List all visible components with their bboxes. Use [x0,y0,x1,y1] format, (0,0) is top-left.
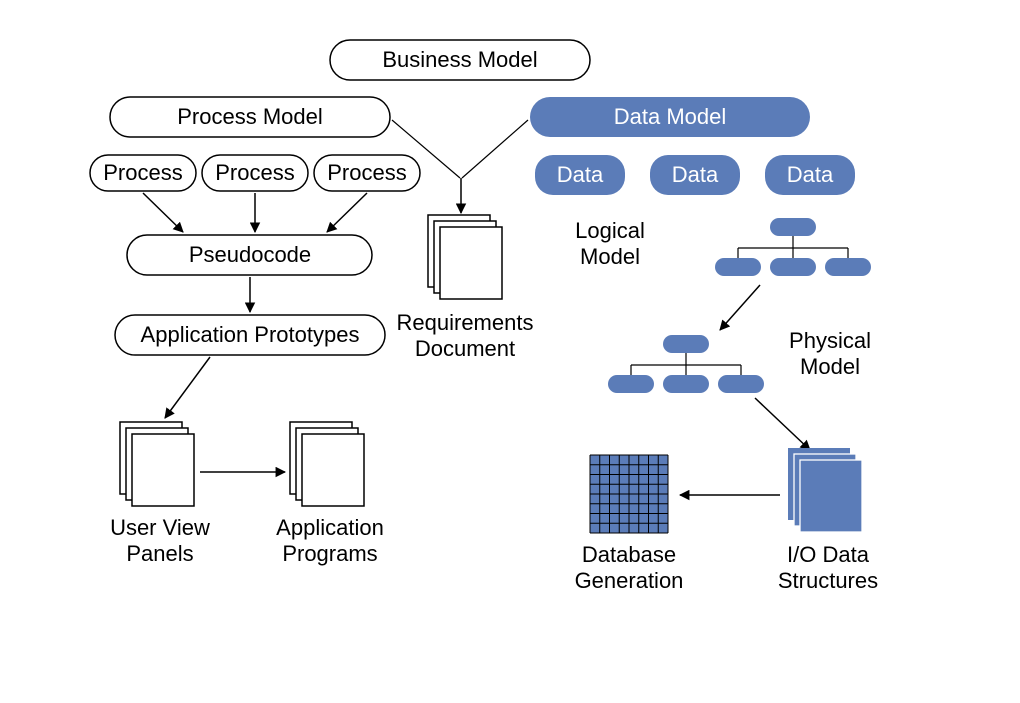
logical-model-icon [715,218,871,276]
user-view-panels-label-l1: User View [110,515,210,540]
arrow-process1-pseudocode [143,193,183,232]
database-generation-label-l2: Generation [575,568,684,593]
node-data-2: Data [650,155,740,195]
arrow-prototypes-userview [165,357,210,418]
io-data-structures-label-l1: I/O Data [787,542,870,567]
process-model-label: Process Model [177,104,323,129]
node-application-prototypes: Application Prototypes [115,315,385,355]
node-business-model: Business Model [330,40,590,80]
process-2-label: Process [215,160,294,185]
node-data-1: Data [535,155,625,195]
application-prototypes-label: Application Prototypes [141,322,360,347]
node-process-model: Process Model [110,97,390,137]
application-programs-label-l1: Application [276,515,384,540]
physical-model-label-l2: Model [800,354,860,379]
application-programs-icon [290,422,364,506]
node-data-3: Data [765,155,855,195]
process-1-label: Process [103,160,182,185]
merge-line-right [462,120,528,178]
arrow-logical-physical [720,285,760,330]
data-2-label: Data [672,162,719,187]
node-data-model: Data Model [530,97,810,137]
node-pseudocode: Pseudocode [127,235,372,275]
io-data-structures-label-l2: Structures [778,568,878,593]
node-process-3: Process [314,155,420,191]
arrow-physical-io [755,398,810,450]
data-1-label: Data [557,162,604,187]
logical-model-label-l1: Logical [575,218,645,243]
physical-model-icon [608,335,764,393]
user-view-panels-label-l2: Panels [126,541,193,566]
database-generation-label-l1: Database [582,542,676,567]
requirements-document-label-l2: Document [415,336,515,361]
application-programs-label-l2: Programs [282,541,377,566]
arrow-process3-pseudocode [327,193,367,232]
io-data-structures-icon [788,448,862,532]
business-model-label: Business Model [382,47,537,72]
physical-model-label-l1: Physical [789,328,871,353]
requirements-document-label-l1: Requirements [397,310,534,335]
database-generation-icon [590,455,668,533]
node-process-2: Process [202,155,308,191]
requirements-document-icon [428,215,502,299]
data-3-label: Data [787,162,834,187]
user-view-panels-icon [120,422,194,506]
logical-model-label-l2: Model [580,244,640,269]
pseudocode-label: Pseudocode [189,242,311,267]
process-3-label: Process [327,160,406,185]
data-model-label: Data Model [614,104,727,129]
node-process-1: Process [90,155,196,191]
